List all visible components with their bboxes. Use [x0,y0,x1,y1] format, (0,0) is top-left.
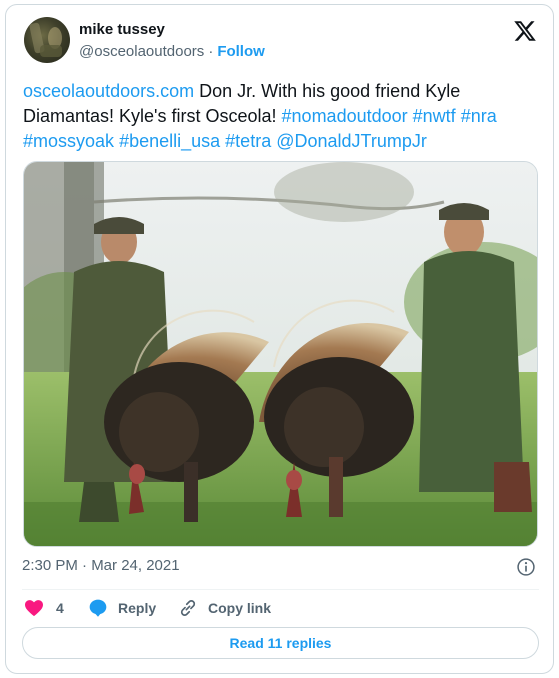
separator-dot: · [208,43,214,60]
mention-link[interactable]: @DonaldJTrumpJr [276,131,427,151]
reply-bubble-icon [89,599,107,617]
tweet-photo[interactable] [23,161,538,547]
copy-link-button[interactable]: Copy link [178,597,271,619]
reply-label: Reply [118,600,157,616]
read-replies-button[interactable]: Read 11 replies [22,627,539,659]
hashtag-link[interactable]: #nra [461,106,497,126]
hashtag-link[interactable]: #benelli_usa [119,131,220,151]
x-logo-icon[interactable] [513,19,537,43]
tweet-text: osceolaoutdoors.com Don Jr. With his goo… [23,79,538,154]
avatar[interactable] [24,17,70,63]
heart-icon [25,600,43,617]
tweet-card: mike tussey @osceolaoutdoors · Follow osce… [5,4,554,674]
link-icon [180,600,196,616]
hashtag-link[interactable]: #nwtf [413,106,456,126]
hashtag-link[interactable]: #mossyoak [23,131,114,151]
follow-button[interactable]: Follow [217,43,265,60]
author-handle-row: @osceolaoutdoors · Follow [79,43,265,60]
turkey-hunt-photo-illustration [24,162,537,546]
author-handle[interactable]: @osceolaoutdoors [79,43,204,60]
author-name[interactable]: mike tussey [79,21,165,38]
like-button[interactable]: 4 [24,597,64,619]
like-count: 4 [56,600,64,616]
info-icon[interactable] [516,557,536,577]
divider [22,589,539,590]
copy-link-label: Copy link [208,600,272,616]
url-link[interactable]: osceolaoutdoors.com [23,81,194,101]
hashtag-link[interactable]: #nomadoutdoor [282,106,408,126]
reply-button[interactable]: Reply [88,597,156,619]
hashtag-link[interactable]: #tetra [225,131,271,151]
tweet-timestamp[interactable]: 2:30 PM · Mar 24, 2021 [22,557,180,574]
